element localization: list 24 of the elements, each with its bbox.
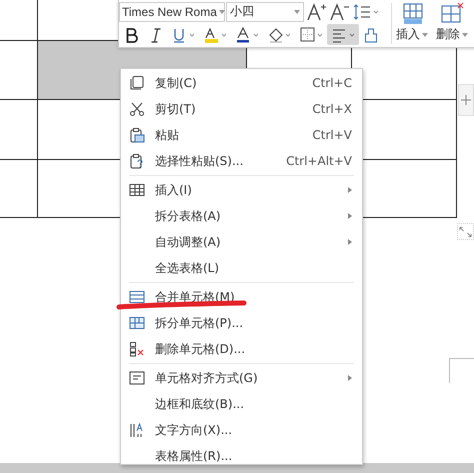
shortcut-text: Ctrl+X <box>312 102 352 116</box>
menu-item[interactable]: 删除单元格(D)... <box>121 336 362 362</box>
insert-button[interactable]: 插入 <box>396 0 428 47</box>
menu-item[interactable]: 插入(I) <box>121 177 362 203</box>
font-size-field[interactable]: 小四 <box>226 2 304 22</box>
shortcut-text: Ctrl+Alt+V <box>286 154 352 168</box>
shortcut-text: Ctrl+V <box>312 128 352 142</box>
font-field[interactable]: Times New Roma <box>119 2 225 22</box>
menu-item[interactable]: 文字方向(X)... <box>121 417 362 443</box>
menu-item[interactable]: 全选表格(L) <box>121 255 362 281</box>
button-label: 插入 <box>396 26 420 43</box>
menu-item[interactable]: 自动调整(A) <box>121 229 362 255</box>
menu-item[interactable]: 剪切(T) Ctrl+X <box>121 96 362 122</box>
shortcut-text: Ctrl+C <box>312 76 352 90</box>
menu-item[interactable]: 单元格对齐方式(G) <box>121 365 362 391</box>
menu-item[interactable]: 表格属性(R)... <box>121 443 362 469</box>
menu-item[interactable]: 复制(C) Ctrl+C <box>121 70 362 96</box>
menu-item[interactable]: 拆分单元格(P)... <box>121 310 362 336</box>
menu-item[interactable]: 粘贴 Ctrl+V <box>121 122 362 148</box>
menu-item[interactable]: 选择性粘贴(S)... Ctrl+Alt+V <box>121 148 362 174</box>
menu-item[interactable]: 拆分表格(A) <box>121 203 362 229</box>
delete-button[interactable]: 删除 <box>436 0 468 47</box>
button-label: 删除 <box>436 26 460 43</box>
menu-item[interactable]: 边框和底纹(B)... <box>121 391 362 417</box>
